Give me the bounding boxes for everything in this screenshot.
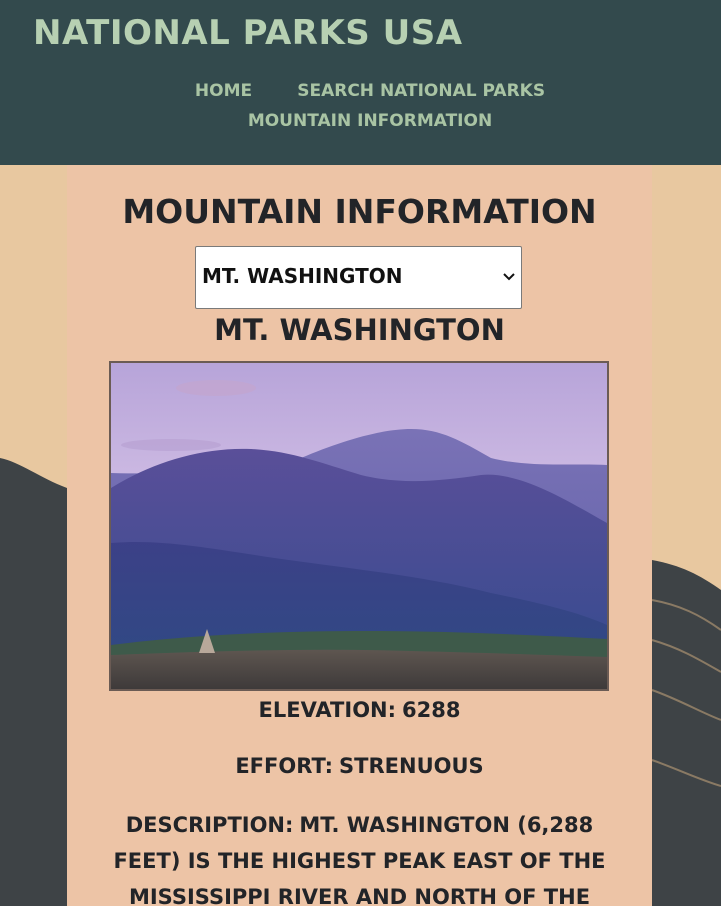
nav-link-search-parks[interactable]: Search National Parks — [297, 81, 545, 101]
elevation-value: 6288 — [402, 698, 461, 722]
chevron-down-icon — [503, 273, 515, 281]
description-label: Description: — [125, 813, 294, 837]
effort-stat: Effort: Strenuous — [67, 751, 652, 781]
effort-label: Effort: — [235, 754, 334, 778]
effort-value: Strenuous — [339, 754, 484, 778]
mountain-photo — [109, 361, 609, 691]
page-title: Mountain Information — [122, 192, 597, 231]
nav-link-home[interactable]: Home — [195, 81, 252, 101]
mountain-name: Mt. Washington — [214, 313, 505, 347]
content-panel: Mountain Information Mt. Washington Mt. … — [67, 165, 652, 906]
site-title[interactable]: National Parks USA — [33, 10, 463, 56]
description-stat: Description: Mt. Washington (6,288 feet) … — [97, 807, 622, 906]
nav-link-mountain-info[interactable]: Mountain Information — [248, 111, 492, 131]
mountain-select-value: Mt. Washington — [202, 264, 403, 288]
site-header: National Parks USA Home Search National … — [0, 0, 721, 165]
mountain-select[interactable]: Mt. Washington — [195, 246, 522, 309]
main-nav: Home Search National Parks Mountain Info… — [60, 76, 680, 136]
elevation-label: Elevation: — [258, 698, 397, 722]
elevation-stat: Elevation: 6288 — [67, 695, 652, 725]
